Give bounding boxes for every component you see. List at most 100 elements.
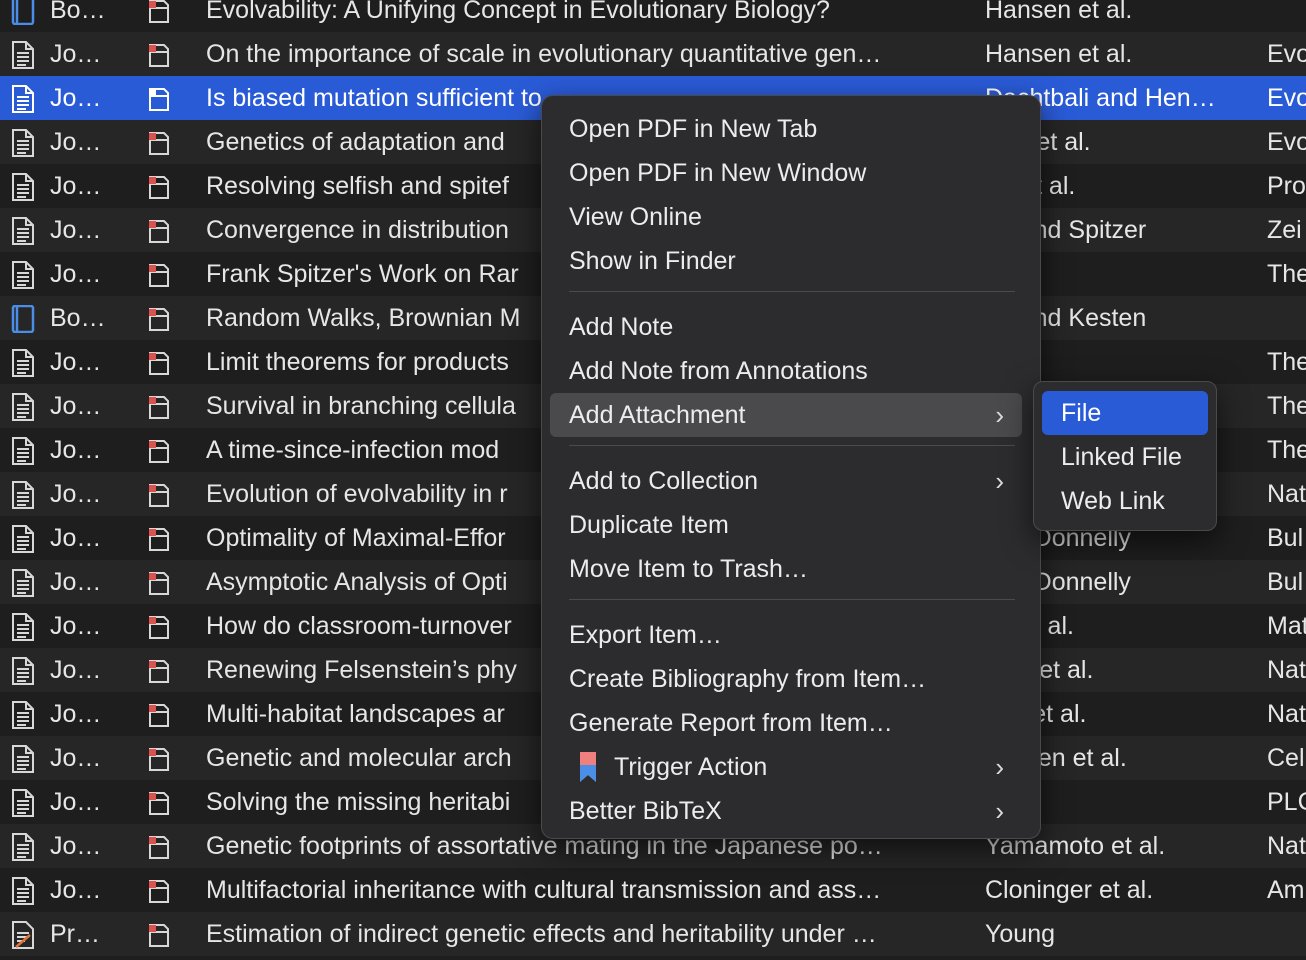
menu-item-move-item-to-trash[interactable]: Move Item to Trash… xyxy=(550,547,1022,591)
pdf-attachment-icon[interactable] xyxy=(146,340,176,384)
item-creator: Hansen et al. xyxy=(985,0,1133,24)
journal-article-icon xyxy=(10,516,40,560)
item-type-label: Jo… xyxy=(50,568,102,596)
item-type-label: Jo… xyxy=(50,788,102,816)
item-publication: The xyxy=(1267,348,1306,376)
journal-article-icon xyxy=(10,164,40,208)
item-type-label: Jo… xyxy=(50,832,102,860)
menu-item-label: Add Attachment xyxy=(569,401,746,429)
item-type-label: Bo… xyxy=(50,0,106,24)
pdf-attachment-icon[interactable] xyxy=(146,648,176,692)
item-publication: Evo xyxy=(1267,84,1306,112)
journal-article-icon xyxy=(10,692,40,736)
item-publication: The xyxy=(1267,436,1306,464)
menu-item-label: Better BibTeX xyxy=(569,797,722,825)
book-icon xyxy=(10,296,40,340)
menu-item-export-item[interactable]: Export Item… xyxy=(550,613,1022,657)
menu-item-create-bibliography-from-item[interactable]: Create Bibliography from Item… xyxy=(550,657,1022,701)
menu-separator xyxy=(569,291,1015,292)
menu-item-label: Add to Collection xyxy=(569,467,759,495)
menu-item-better-bibtex[interactable]: Better BibTeX › xyxy=(550,789,1022,833)
menu-item-label: Open PDF in New Window xyxy=(569,159,867,187)
menu-item-label: Open PDF in New Tab xyxy=(569,115,818,143)
menu-item-label: Show in Finder xyxy=(569,247,736,275)
item-type-label: Jo… xyxy=(50,436,102,464)
item-type-label: Jo… xyxy=(50,744,102,772)
menu-item-add-note-from-annotations[interactable]: Add Note from Annotations xyxy=(550,349,1022,393)
menu-item-generate-report-from-item[interactable]: Generate Report from Item… xyxy=(550,701,1022,745)
pdf-attachment-icon[interactable] xyxy=(146,76,176,120)
item-publication: Bul xyxy=(1267,524,1304,552)
menu-item-trigger-action[interactable]: Trigger Action › xyxy=(550,745,1022,789)
menu-item-label: Trigger Action xyxy=(614,753,768,781)
pdf-attachment-icon[interactable] xyxy=(146,692,176,736)
submenu-item-web-link[interactable]: Web Link xyxy=(1042,479,1208,523)
journal-article-icon xyxy=(10,208,40,252)
pdf-attachment-icon[interactable] xyxy=(146,384,176,428)
chevron-right-icon: › xyxy=(995,796,1004,826)
item-publication: Zei xyxy=(1267,216,1302,244)
item-type-label: Jo… xyxy=(50,656,102,684)
pdf-attachment-icon[interactable] xyxy=(146,252,176,296)
item-type-label: Jo… xyxy=(50,172,102,200)
pdf-attachment-icon[interactable] xyxy=(146,428,176,472)
item-type-label: Jo… xyxy=(50,392,102,420)
menu-item-duplicate-item[interactable]: Duplicate Item xyxy=(550,503,1022,547)
item-publication: Nat xyxy=(1267,700,1306,728)
submenu-item-linked-file[interactable]: Linked File xyxy=(1042,435,1208,479)
chevron-right-icon: › xyxy=(995,400,1004,430)
pdf-attachment-icon[interactable] xyxy=(146,560,176,604)
journal-article-icon xyxy=(10,340,40,384)
pdf-attachment-icon[interactable] xyxy=(146,472,176,516)
pdf-attachment-icon[interactable] xyxy=(146,296,176,340)
pdf-attachment-icon[interactable] xyxy=(146,868,176,912)
journal-article-icon xyxy=(10,384,40,428)
table-row[interactable]: Pr… Estimation of indirect genetic effect… xyxy=(0,912,1306,956)
table-row[interactable]: Jo… Multifactorial inheritance with cultu… xyxy=(0,868,1306,912)
item-type-label: Jo… xyxy=(50,876,102,904)
menu-item-view-online[interactable]: View Online xyxy=(550,195,1022,239)
pdf-attachment-icon[interactable] xyxy=(146,208,176,252)
journal-article-icon xyxy=(10,560,40,604)
item-type-label: Jo… xyxy=(50,524,102,552)
pdf-attachment-icon[interactable] xyxy=(146,824,176,868)
book-icon xyxy=(10,0,40,32)
pdf-attachment-icon[interactable] xyxy=(146,32,176,76)
item-type-label: Bo… xyxy=(50,304,106,332)
pdf-attachment-icon[interactable] xyxy=(146,0,176,32)
pdf-attachment-icon[interactable] xyxy=(146,164,176,208)
item-type-label: Jo… xyxy=(50,348,102,376)
journal-article-icon xyxy=(10,648,40,692)
table-row[interactable]: Bo… Evolvability: A Unifying Concept in E… xyxy=(0,0,1306,32)
item-type-label: Jo… xyxy=(50,612,102,640)
pdf-attachment-icon[interactable] xyxy=(146,780,176,824)
item-publication: Nat xyxy=(1267,832,1306,860)
menu-item-add-attachment[interactable]: Add Attachment › xyxy=(550,393,1022,437)
menu-item-open-pdf-in-new-tab[interactable]: Open PDF in New Tab xyxy=(550,107,1022,151)
journal-article-icon xyxy=(10,76,40,120)
menu-item-add-to-collection[interactable]: Add to Collection › xyxy=(550,459,1022,503)
item-creator: Cloninger et al. xyxy=(985,876,1154,904)
menu-item-add-note[interactable]: Add Note xyxy=(550,305,1022,349)
context-menu: Open PDF in New Tab Open PDF in New Windo… xyxy=(541,95,1041,839)
pdf-attachment-icon[interactable] xyxy=(146,604,176,648)
table-row[interactable]: Jo… On the importance of scale in evoluti… xyxy=(0,32,1306,76)
item-title: Evolvability: A Unifying Concept in Evol… xyxy=(206,0,830,24)
menu-item-open-pdf-in-new-window[interactable]: Open PDF in New Window xyxy=(550,151,1022,195)
menu-separator xyxy=(569,445,1015,446)
menu-item-label: Move Item to Trash… xyxy=(569,555,808,583)
item-publication: Am xyxy=(1267,876,1305,904)
pdf-attachment-icon[interactable] xyxy=(146,912,176,956)
item-title: Estimation of indirect genetic effects a… xyxy=(206,920,877,948)
menu-item-show-in-finder[interactable]: Show in Finder xyxy=(550,239,1022,283)
pdf-attachment-icon[interactable] xyxy=(146,736,176,780)
menu-separator xyxy=(569,599,1015,600)
item-type-label: Jo… xyxy=(50,260,102,288)
item-publication: Bul xyxy=(1267,568,1304,596)
pdf-attachment-icon[interactable] xyxy=(146,516,176,560)
pdf-attachment-icon[interactable] xyxy=(146,120,176,164)
journal-article-icon xyxy=(10,604,40,648)
item-publication: Evo xyxy=(1267,128,1306,156)
item-publication: The xyxy=(1267,392,1306,420)
submenu-item-file[interactable]: File xyxy=(1042,391,1208,435)
